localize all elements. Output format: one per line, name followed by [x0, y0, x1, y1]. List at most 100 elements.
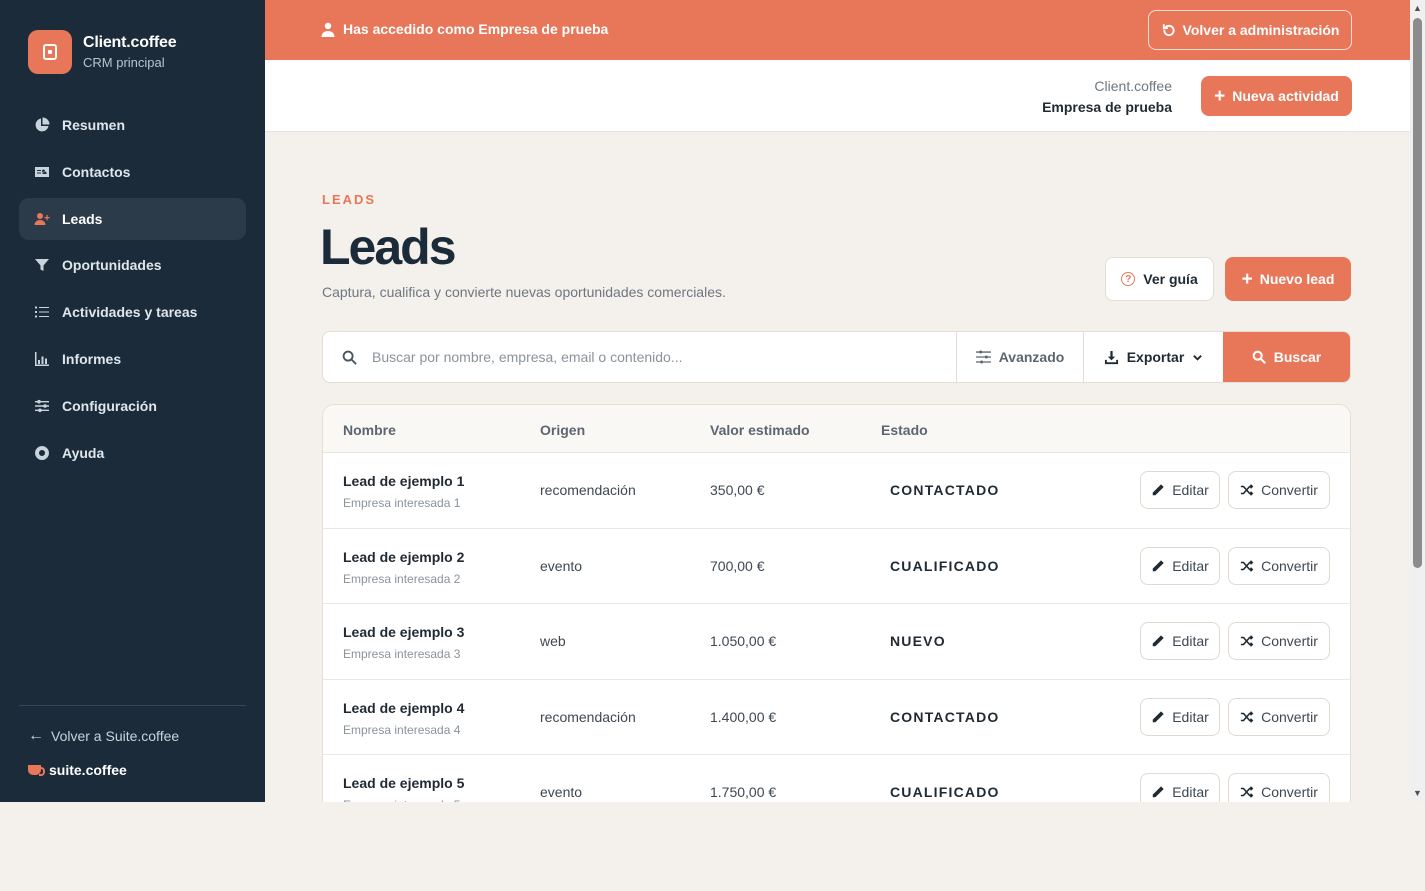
- search-input[interactable]: [372, 349, 932, 365]
- funnel-icon: [35, 259, 49, 272]
- column-header-origen[interactable]: Origen: [540, 422, 585, 438]
- sidebar-item-contactos[interactable]: Contactos: [19, 151, 246, 193]
- row-actions: Editar Convertir: [1132, 622, 1330, 660]
- download-icon: [1104, 350, 1118, 364]
- lead-name-cell: Lead de ejemplo 2 Empresa interesada 2: [343, 549, 464, 586]
- suite-brand-link[interactable]: suite.coffee: [28, 762, 127, 778]
- status-badge: CUALIFICADO: [890, 557, 1000, 574]
- list-icon: [35, 306, 49, 318]
- leads-table: Nombre Origen Valor estimado Estado Lead…: [322, 404, 1351, 802]
- lead-name[interactable]: Lead de ejemplo 5: [343, 775, 464, 791]
- table-row[interactable]: Lead de ejemplo 5Empresa interesada 5 eve…: [323, 755, 1350, 802]
- pencil-icon: [1152, 559, 1164, 571]
- table-row[interactable]: Lead de ejemplo 3 Empresa interesada 3 web…: [323, 604, 1350, 680]
- column-header-nombre[interactable]: Nombre: [343, 422, 396, 438]
- arrow-left-icon: ←: [28, 727, 44, 744]
- question-circle-icon: ?: [1121, 272, 1136, 286]
- edit-label: Editar: [1172, 784, 1209, 800]
- lead-origin: evento: [540, 557, 583, 574]
- convert-label: Convertir: [1261, 557, 1318, 574]
- lead-name-cell: Lead de ejemplo 4 Empresa interesada 4: [343, 700, 464, 737]
- scroll-up-arrow-icon[interactable]: ▲: [1413, 4, 1422, 13]
- sidebar-item-actividades[interactable]: Actividades y tareas: [19, 291, 246, 333]
- user-plus-icon: [34, 212, 50, 225]
- sidebar-item-label: Leads: [62, 210, 103, 227]
- lead-name-cell: Lead de ejemplo 5Empresa interesada 5: [343, 775, 464, 802]
- page-scrollbar[interactable]: ▲ ▼: [1410, 0, 1425, 802]
- column-header-valor[interactable]: Valor estimado: [710, 422, 810, 438]
- lead-name[interactable]: Lead de ejemplo 3: [343, 624, 464, 640]
- table-row[interactable]: Lead de ejemplo 2 Empresa interesada 2 eve…: [323, 529, 1350, 604]
- edit-button[interactable]: Editar: [1140, 697, 1220, 736]
- row-actions: Editar Convertir: [1132, 697, 1330, 736]
- search-bar: Avanzado Exportar Buscar: [322, 331, 1351, 383]
- table-row[interactable]: Lead de ejemplo 1 Empresa interesada 1 rec…: [323, 453, 1350, 529]
- status-badge: NUEVO: [890, 633, 946, 649]
- shuffle-icon: [1240, 559, 1254, 572]
- lead-name[interactable]: Lead de ejemplo 4: [343, 700, 464, 716]
- lead-name-cell: Lead de ejemplo 1 Empresa interesada 1: [343, 473, 464, 510]
- advanced-filter-button[interactable]: Avanzado: [957, 332, 1084, 382]
- convert-button[interactable]: Convertir: [1228, 546, 1330, 585]
- convert-button[interactable]: Convertir: [1228, 622, 1330, 660]
- export-dropdown[interactable]: Exportar: [1084, 332, 1223, 382]
- empty-area: [0, 802, 1425, 891]
- table-row[interactable]: Lead de ejemplo 4 Empresa interesada 4 rec…: [323, 680, 1350, 755]
- shuffle-icon: [1240, 484, 1254, 496]
- sidebar-item-resumen[interactable]: Resumen: [19, 104, 246, 146]
- shuffle-icon: [1240, 635, 1254, 647]
- edit-button[interactable]: Editar: [1140, 546, 1220, 585]
- lead-name[interactable]: Lead de ejemplo 1: [343, 473, 464, 489]
- coffee-cup-icon: [28, 765, 45, 776]
- sidebar-item-label: Actividades y tareas: [62, 304, 198, 321]
- organization-info: Client.coffee Empresa de prueba: [1042, 78, 1172, 115]
- page-kicker: LEADS: [322, 192, 377, 207]
- chevron-down-icon: [1193, 354, 1203, 361]
- scroll-down-arrow-icon[interactable]: ▼: [1413, 789, 1422, 798]
- status-badge: CONTACTADO: [890, 708, 1000, 725]
- new-activity-label: Nueva actividad: [1232, 88, 1339, 104]
- back-to-admin-button[interactable]: Volver a administración: [1148, 10, 1352, 50]
- shuffle-icon: [1240, 710, 1254, 723]
- sidebar-item-configuracion[interactable]: Configuración: [19, 385, 246, 427]
- undo-icon: [1162, 23, 1175, 36]
- new-activity-button[interactable]: + Nueva actividad: [1201, 76, 1352, 116]
- lead-name[interactable]: Lead de ejemplo 2: [343, 549, 464, 565]
- status-badge: CUALIFICADO: [890, 784, 1000, 800]
- sidebar-item-informes[interactable]: Informes: [19, 338, 246, 380]
- lead-origin: web: [540, 633, 566, 649]
- sidebar: Client.coffee CRM principal Resumen Cont…: [0, 0, 265, 802]
- export-label: Exportar: [1126, 349, 1185, 365]
- view-guide-button[interactable]: ? Ver guía: [1105, 257, 1214, 301]
- sidebar-item-oportunidades[interactable]: Oportunidades: [19, 244, 246, 286]
- convert-button[interactable]: Convertir: [1228, 773, 1330, 802]
- sidebar-divider: [19, 705, 246, 706]
- edit-button[interactable]: Editar: [1140, 773, 1220, 802]
- sidebar-item-label: Informes: [62, 350, 122, 367]
- page-title: Leads: [320, 219, 457, 275]
- edit-button[interactable]: Editar: [1140, 622, 1220, 660]
- sidebar-item-ayuda[interactable]: Ayuda: [19, 432, 246, 474]
- pie-chart-icon: [35, 117, 50, 132]
- row-actions: Editar Convertir: [1132, 471, 1330, 509]
- edit-label: Editar: [1172, 557, 1209, 574]
- new-lead-button[interactable]: + Nuevo lead: [1225, 257, 1351, 301]
- sidebar-item-label: Oportunidades: [62, 257, 162, 274]
- page-subtitle: Captura, cualifica y convierte nuevas op…: [322, 284, 726, 300]
- edit-button[interactable]: Editar: [1140, 471, 1220, 509]
- sidebar-item-leads[interactable]: Leads: [19, 197, 246, 240]
- address-card-icon: [35, 166, 49, 177]
- convert-button[interactable]: Convertir: [1228, 471, 1330, 509]
- sidebar-item-label: Ayuda: [62, 444, 105, 461]
- row-actions: Editar Convertir: [1132, 546, 1330, 585]
- back-to-suite-link[interactable]: ← Volver a Suite.coffee: [28, 727, 179, 745]
- scroll-thumb[interactable]: [1413, 18, 1422, 568]
- lead-company: Empresa interesada 1: [343, 496, 461, 510]
- column-header-estado[interactable]: Estado: [881, 422, 928, 438]
- search-button[interactable]: Buscar: [1223, 332, 1350, 382]
- convert-button[interactable]: Convertir: [1228, 697, 1330, 736]
- table-header: Nombre Origen Valor estimado Estado: [323, 405, 1350, 453]
- brand[interactable]: Client.coffee CRM principal: [28, 30, 177, 74]
- sidebar-nav: Resumen Contactos Leads Oportunidades Ac…: [19, 104, 246, 478]
- pencil-icon: [1152, 484, 1164, 496]
